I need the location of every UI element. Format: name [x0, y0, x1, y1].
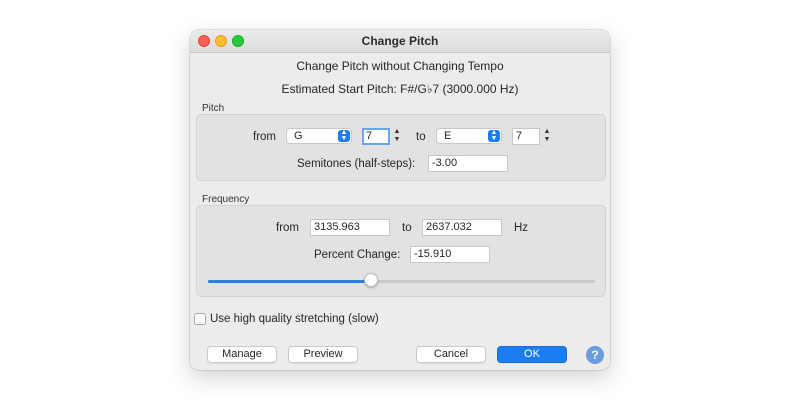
from-octave-stepper-icon[interactable]: ▲ ▼: [392, 128, 402, 145]
dialog-subtitle: Change Pitch without Changing Tempo: [296, 59, 504, 73]
percent-change-label: Percent Change:: [314, 249, 401, 261]
high-quality-checkbox[interactable]: [194, 313, 206, 325]
high-quality-label: Use high quality stretching (slow): [210, 313, 379, 325]
to-octave-stepper-icon[interactable]: ▲ ▼: [542, 128, 552, 145]
to-note-value: E: [444, 130, 452, 142]
from-note-value: G: [294, 130, 303, 142]
percent-change-field[interactable]: -15.910: [410, 246, 490, 263]
window-title: Change Pitch: [361, 34, 439, 48]
frequency-from-field[interactable]: 3135.963: [310, 219, 390, 236]
frequency-from-label: from: [276, 222, 299, 234]
title-bar: Change Pitch: [190, 30, 610, 53]
to-octave-field[interactable]: 7: [512, 128, 540, 145]
from-octave-field[interactable]: 7: [362, 128, 390, 145]
slider-knob[interactable]: [363, 273, 378, 287]
preview-button[interactable]: Preview: [288, 346, 358, 363]
select-chevron-icon: ▲ ▼: [488, 129, 500, 142]
pitch-section-label: Pitch: [202, 103, 225, 114]
select-chevron-icon: ▲ ▼: [338, 129, 350, 142]
slider-fill: [208, 280, 371, 283]
estimated-start-pitch: Estimated Start Pitch: F#/G♭7 (3000.000 …: [281, 82, 519, 96]
from-note-select[interactable]: G ▲ ▼: [286, 128, 352, 144]
frequency-section-label: Frequency: [202, 194, 250, 205]
help-icon[interactable]: ?: [586, 346, 604, 364]
change-pitch-dialog: Change Pitch Change Pitch without Changi…: [190, 30, 610, 370]
semitones-field[interactable]: -3.00: [428, 155, 508, 172]
frequency-to-field[interactable]: 2637.032: [422, 219, 502, 236]
frequency-group: [196, 205, 606, 297]
cancel-button[interactable]: Cancel: [416, 346, 486, 363]
manage-button[interactable]: Manage: [207, 346, 277, 363]
frequency-unit-label: Hz: [514, 222, 529, 234]
pitch-from-label: from: [253, 131, 276, 143]
ok-button[interactable]: OK: [497, 346, 567, 363]
to-note-select[interactable]: E ▲ ▼: [436, 128, 502, 144]
pitch-to-label: to: [416, 131, 426, 143]
pitch-group: [196, 114, 606, 181]
semitones-label: Semitones (half-steps):: [297, 158, 416, 170]
percent-change-slider[interactable]: [208, 280, 595, 283]
frequency-to-label: to: [402, 222, 412, 234]
